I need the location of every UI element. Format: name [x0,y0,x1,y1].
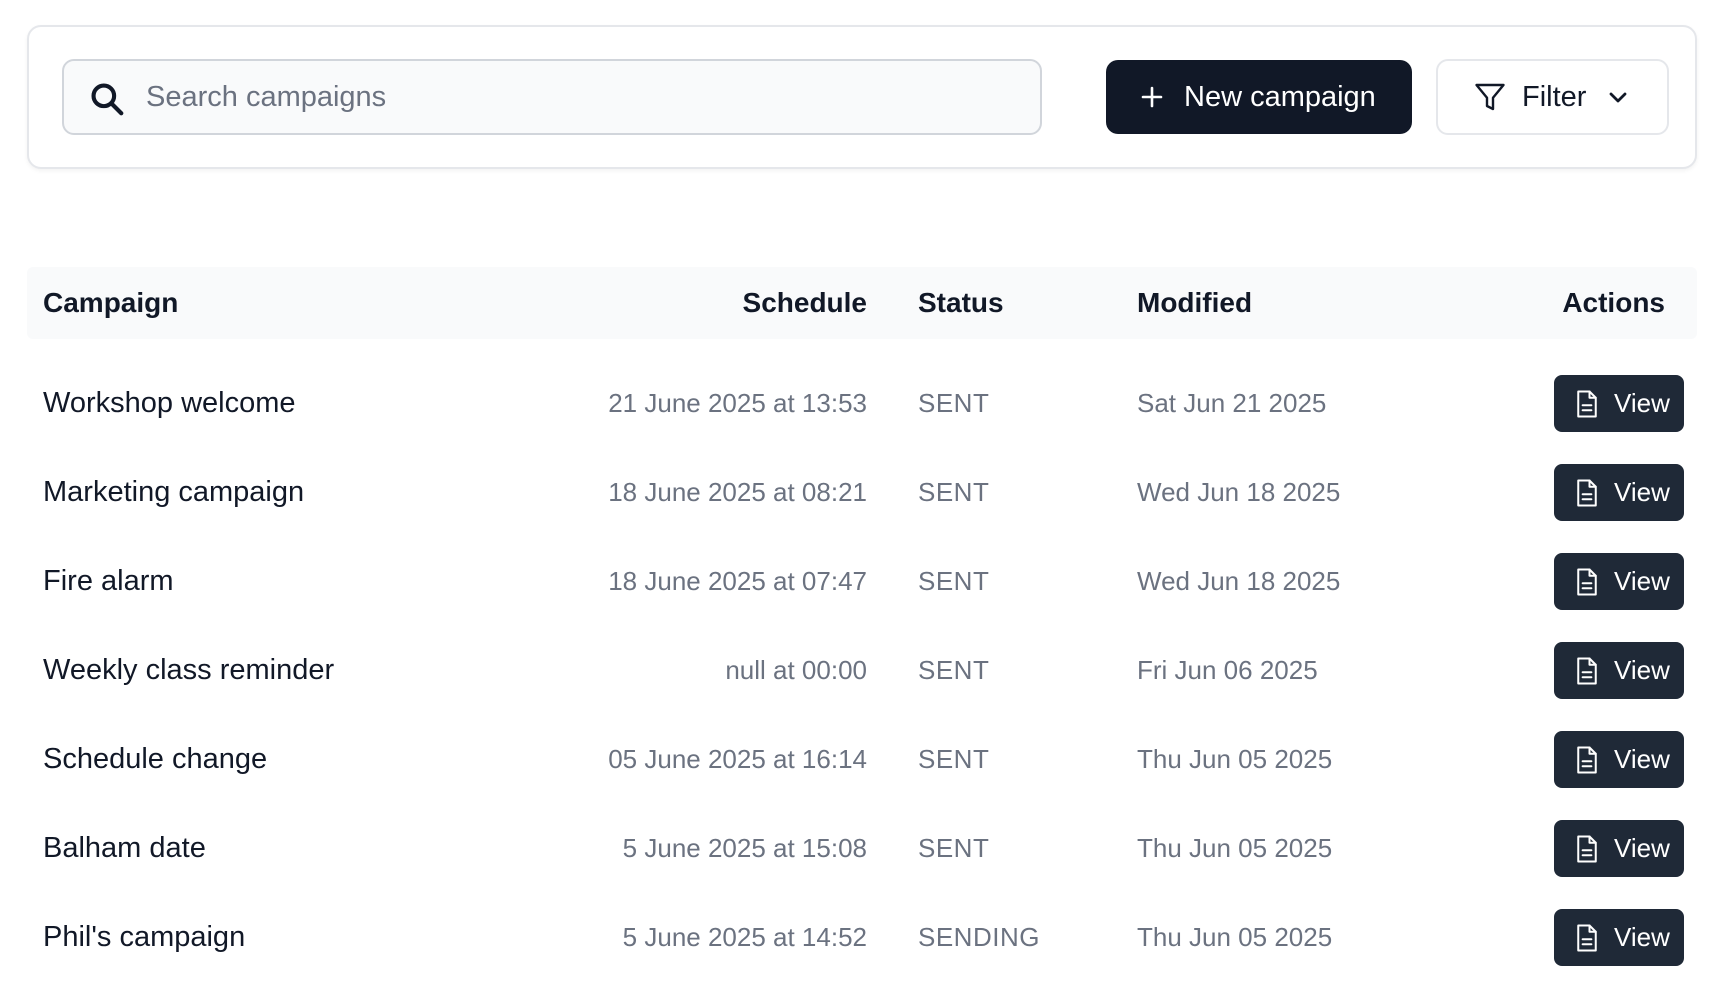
campaign-name: Workshop welcome [43,387,296,419]
view-label: View [1614,833,1670,863]
campaign-toolbar: New campaign Filter [27,25,1697,169]
table-row: Marketing campaign 18 June 2025 at 08:21… [27,448,1697,537]
view-button[interactable]: View [1554,464,1684,521]
table-row: Workshop welcome 21 June 2025 at 13:53 S… [27,359,1697,448]
filter-label: Filter [1522,80,1587,113]
view-label: View [1614,566,1670,596]
table-row: Balham date 5 June 2025 at 15:08 SENT Th… [27,804,1697,893]
document-icon [1577,835,1597,862]
document-icon [1577,657,1597,684]
campaign-schedule: 18 June 2025 at 08:21 [608,477,867,507]
view-label: View [1614,388,1670,418]
header-schedule: Schedule [742,287,867,318]
campaign-modified: Thu Jun 05 2025 [1137,833,1333,863]
header-modified: Modified [1137,287,1253,318]
table-row: Fire alarm 18 June 2025 at 07:47 SENT We… [27,537,1697,626]
view-button[interactable]: View [1554,375,1684,432]
campaign-modified: Thu Jun 05 2025 [1137,922,1333,952]
new-campaign-label: New campaign [1184,80,1376,113]
campaign-status: SENT [918,744,990,774]
campaign-name: Weekly class reminder [43,654,335,686]
view-label: View [1614,655,1670,685]
campaign-name: Balham date [43,832,206,864]
chevron-down-icon [1610,92,1627,103]
filter-button[interactable]: Filter [1436,59,1669,135]
search-icon [91,83,124,116]
view-label: View [1614,477,1670,507]
campaign-schedule: 5 June 2025 at 14:52 [622,922,867,952]
table-row: Weekly class reminder null at 00:00 SENT… [27,626,1697,715]
campaign-status: SENT [918,833,990,863]
campaign-name: Fire alarm [43,565,174,597]
search-input[interactable] [144,61,1024,133]
document-icon [1577,479,1597,506]
plus-icon [1141,86,1163,108]
campaign-status: SENT [918,655,990,685]
document-icon [1577,568,1597,595]
document-icon [1577,746,1597,773]
campaign-schedule: 05 June 2025 at 16:14 [608,744,867,774]
document-icon [1577,924,1597,951]
campaign-status: SENT [918,477,990,507]
campaign-schedule: null at 00:00 [725,655,867,685]
campaign-name: Schedule change [43,743,268,775]
campaign-schedule: 18 June 2025 at 07:47 [608,566,867,596]
header-campaign: Campaign [43,287,179,318]
new-campaign-button[interactable]: New campaign [1106,60,1412,134]
campaign-name: Marketing campaign [43,476,305,508]
campaign-status: SENT [918,388,990,418]
campaign-status: SENDING [918,922,1040,952]
header-actions: Actions [1562,287,1665,318]
campaign-modified: Fri Jun 06 2025 [1137,655,1318,685]
view-label: View [1614,922,1670,952]
view-button[interactable]: View [1554,820,1684,877]
campaign-modified: Thu Jun 05 2025 [1137,744,1333,774]
header-status: Status [918,287,1004,318]
campaign-schedule: 21 June 2025 at 13:53 [608,388,867,418]
table-row: Phil's campaign 5 June 2025 at 14:52 SEN… [27,893,1697,982]
table-row: Schedule change 05 June 2025 at 16:14 SE… [27,715,1697,804]
view-button[interactable]: View [1554,909,1684,966]
table-header: Campaign Schedule Status Modified Action… [27,267,1697,339]
campaign-modified: Sat Jun 21 2025 [1137,388,1327,418]
view-button[interactable]: View [1554,642,1684,699]
campaign-schedule: 5 June 2025 at 15:08 [622,833,867,863]
search-box [62,59,1042,135]
view-button[interactable]: View [1554,731,1684,788]
funnel-icon [1475,83,1505,111]
campaign-status: SENT [918,566,990,596]
view-button[interactable]: View [1554,553,1684,610]
campaign-name: Phil's campaign [43,921,246,953]
campaign-modified: Wed Jun 18 2025 [1137,566,1341,596]
campaign-modified: Wed Jun 18 2025 [1137,477,1341,507]
view-label: View [1614,744,1670,774]
document-icon [1577,390,1597,417]
